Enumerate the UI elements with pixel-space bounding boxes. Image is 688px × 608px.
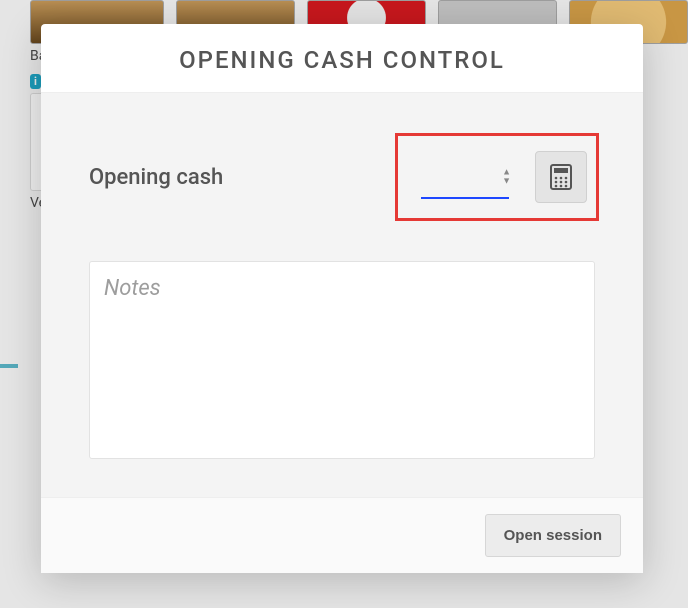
chevron-up-icon: ▲ [502, 169, 511, 177]
opening-cash-controls: ▲ ▼ [399, 143, 595, 211]
opening-cash-modal: OPENING CASH CONTROL Opening cash ▲ ▼ [41, 24, 643, 573]
opening-cash-row: Opening cash ▲ ▼ [89, 143, 595, 211]
modal-header: OPENING CASH CONTROL [41, 24, 643, 93]
modal-title: OPENING CASH CONTROL [51, 46, 633, 74]
amount-field-wrap: ▲ ▼ [411, 155, 519, 199]
modal-footer: Open session [41, 497, 643, 573]
notes-wrap [89, 261, 595, 463]
calculator-button[interactable] [535, 151, 587, 203]
open-session-button[interactable]: Open session [485, 514, 621, 557]
input-underline [421, 197, 509, 199]
opening-cash-label: Opening cash [89, 165, 223, 190]
notes-textarea[interactable] [89, 261, 595, 459]
chevron-down-icon: ▼ [502, 178, 511, 186]
number-stepper[interactable]: ▲ ▼ [502, 169, 511, 186]
modal-body: Opening cash ▲ ▼ [41, 93, 643, 497]
calculator-icon [550, 164, 572, 190]
